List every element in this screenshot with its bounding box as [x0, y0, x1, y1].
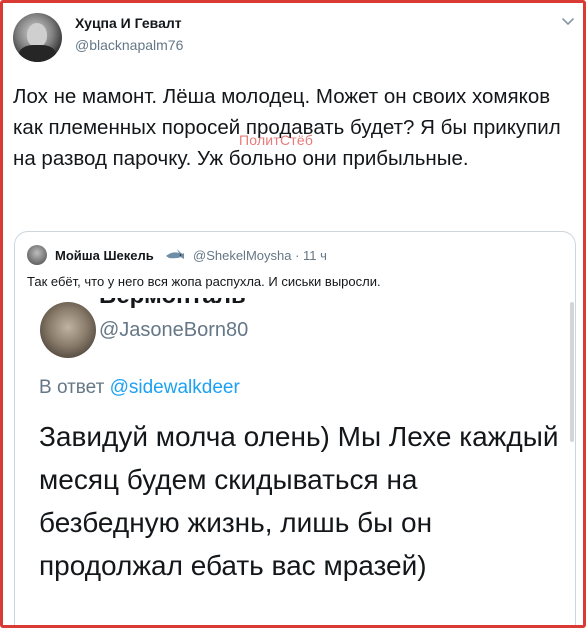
screenshot-reply-line: В ответ @sidewalkdeer	[39, 377, 240, 399]
screenshot-body: Завидуй молча олень) Мы Лехе каждый меся…	[39, 421, 559, 581]
screenshot-scrollbar	[570, 302, 574, 442]
chevron-down-icon[interactable]	[561, 17, 575, 27]
quoted-text: Так ебёт, что у него вся жопа распухла. …	[27, 274, 381, 289]
embedded-screenshot: Вермонталь @JasoneBorn80 В ответ @sidewa…	[15, 298, 575, 625]
reply-mention: @sidewalkdeer	[109, 377, 240, 398]
author-avatar[interactable]	[13, 13, 62, 62]
author-handle[interactable]: @blacknapalm76	[75, 37, 183, 53]
quoted-handle-time[interactable]: @ShekelMoysha · 11 ч	[193, 248, 327, 263]
tweet-text: Лох не мамонт. Лёша молодец. Может он св…	[13, 85, 561, 170]
tweet-frame: Хуцпа И Гевалт @blacknapalm76 Лох не мам…	[0, 0, 586, 628]
quoted-author-avatar[interactable]	[27, 245, 47, 265]
screenshot-avatar	[40, 302, 96, 358]
watermark: ПолитСтёб	[239, 132, 314, 148]
screenshot-cut-name: Вермонталь	[99, 298, 246, 310]
reply-prefix: В ответ	[39, 377, 105, 398]
quoted-author-name[interactable]: Мойша Шекель	[55, 248, 154, 263]
avatar-suit	[19, 45, 56, 62]
screenshot-handle: @JasoneBorn80	[99, 319, 249, 341]
author-name[interactable]: Хуцпа И Гевалт	[75, 15, 182, 31]
shark-emoji-icon	[166, 249, 184, 259]
quoted-tweet[interactable]: Мойша Шекель @ShekelMoysha · 11 ч Так еб…	[14, 231, 576, 625]
avatar-face	[27, 23, 47, 47]
